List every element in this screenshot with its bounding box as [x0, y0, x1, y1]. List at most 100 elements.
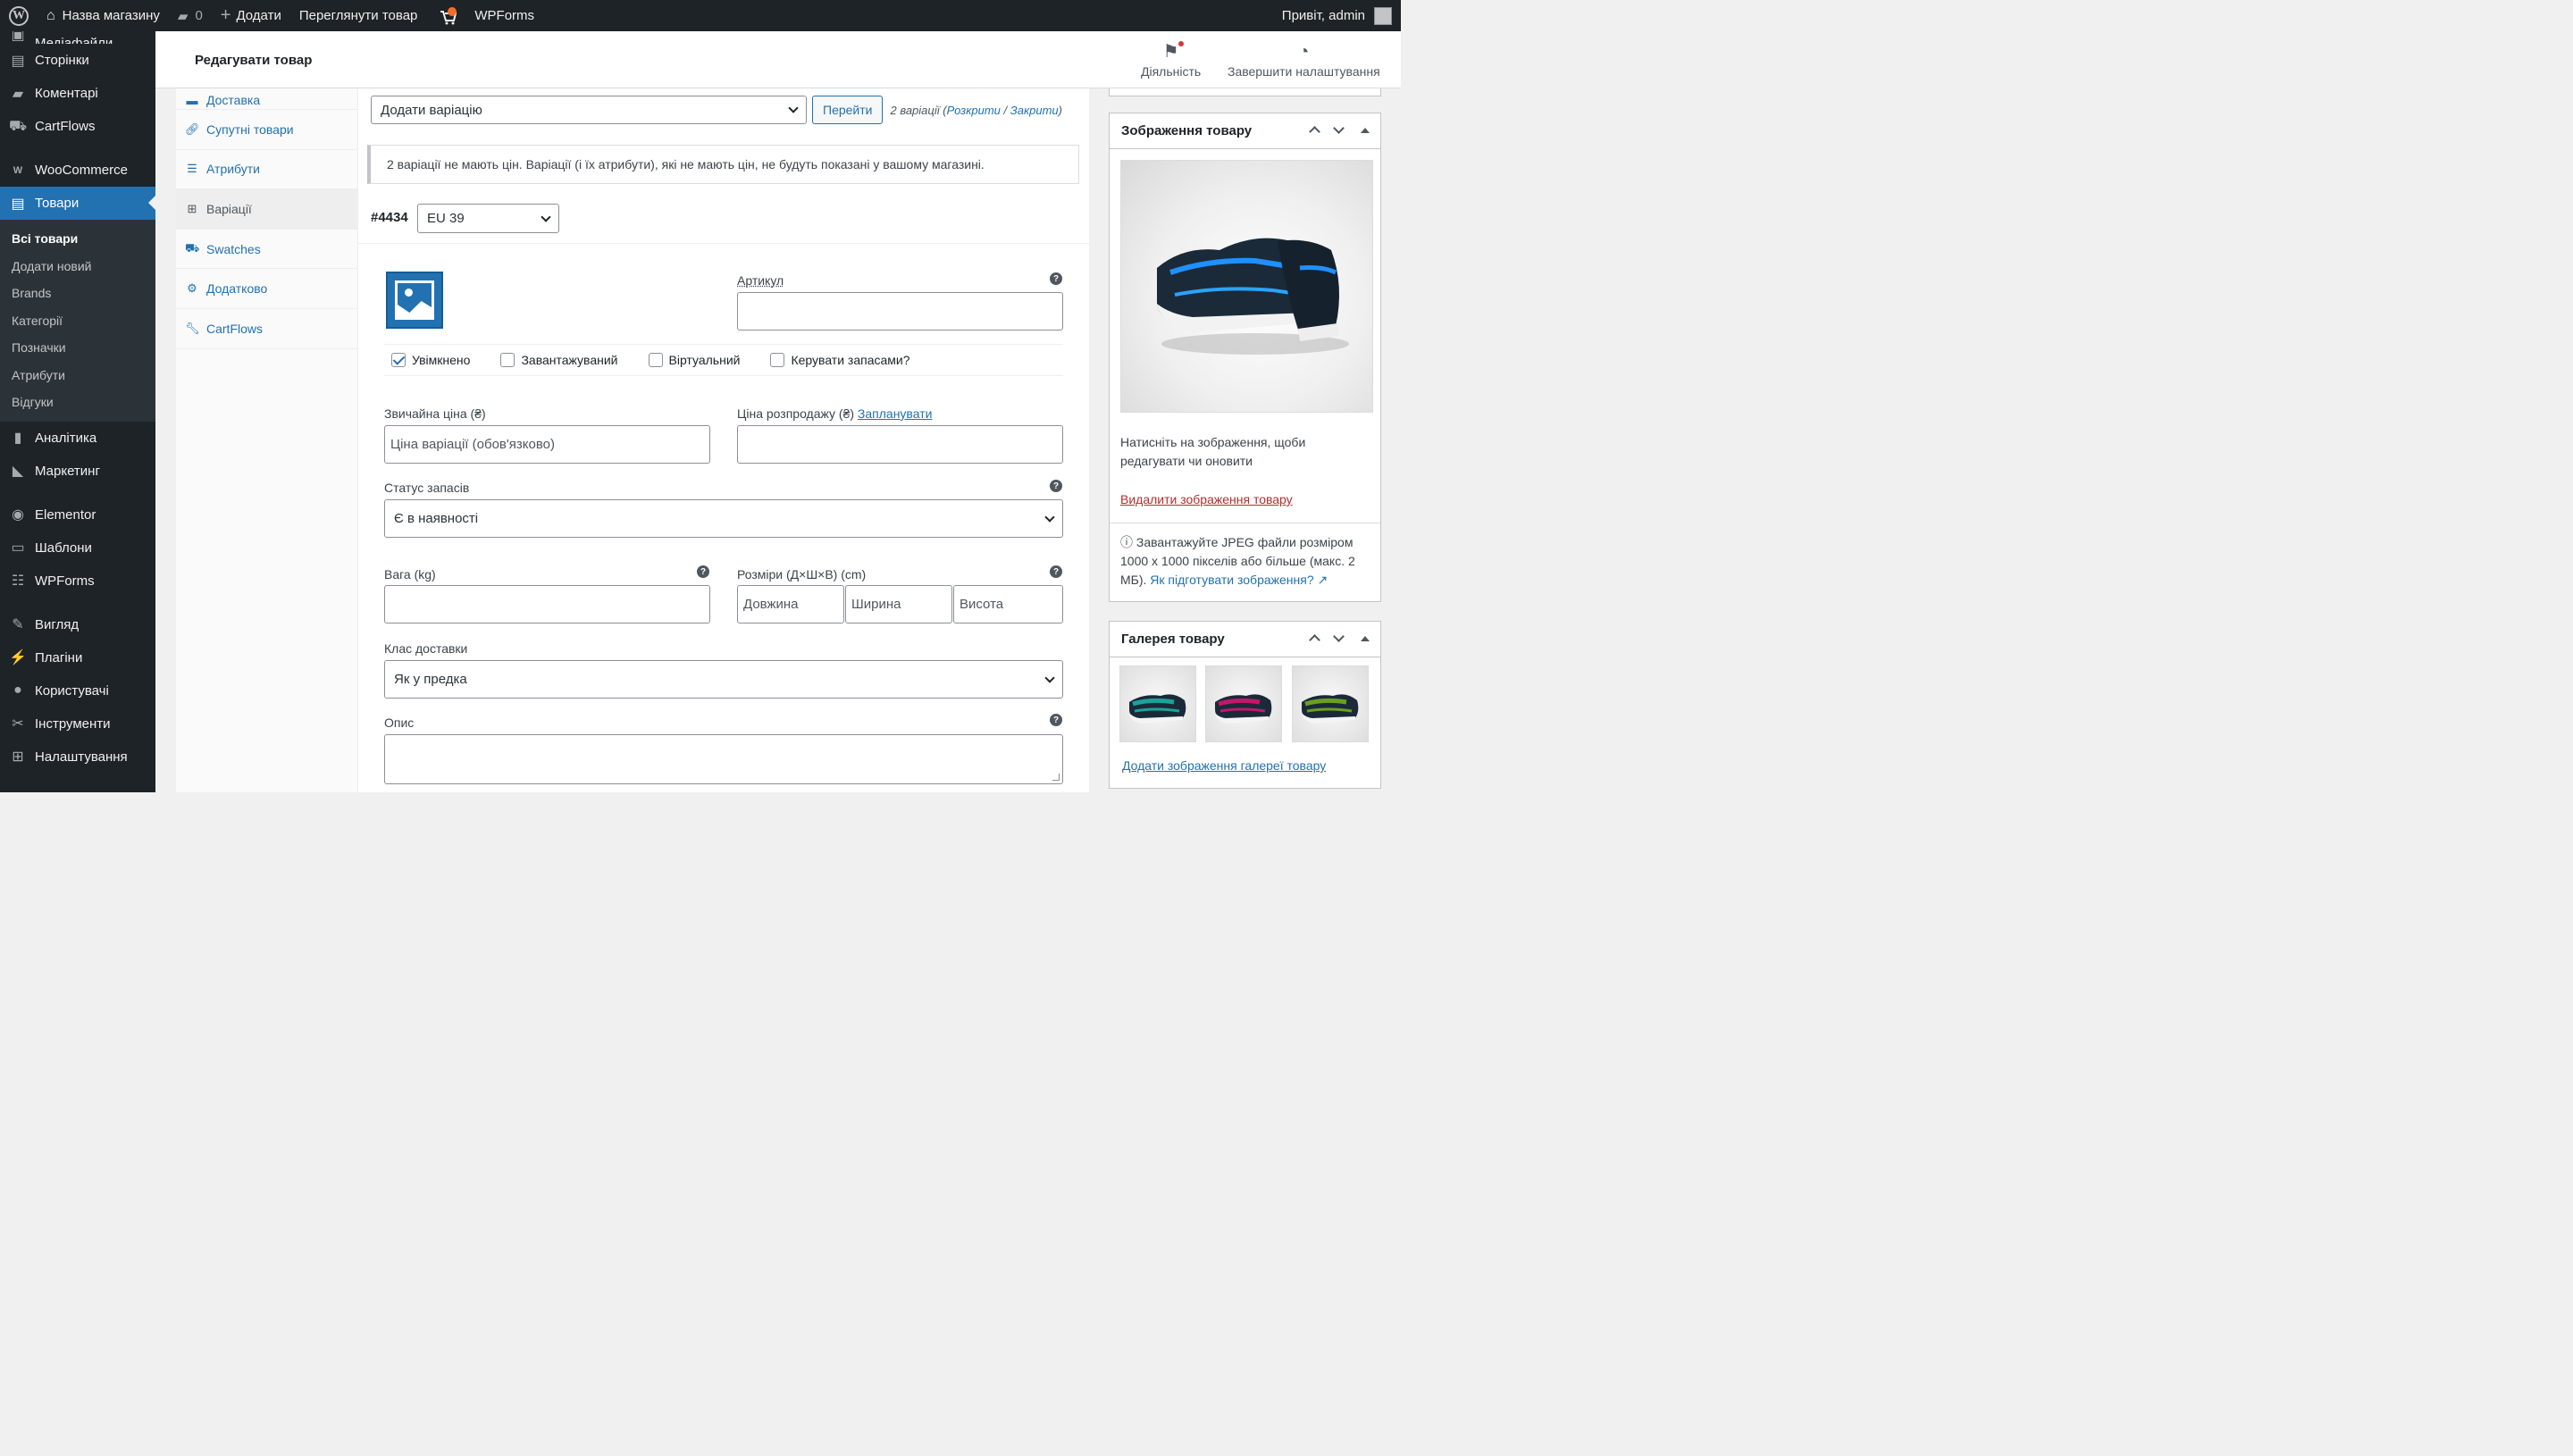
gallery-thumbnail[interactable]: [1292, 665, 1369, 742]
activity-button[interactable]: ⚑ Діяльність: [1141, 39, 1201, 79]
image-edit-hint: Натисніть на зображення, щоби редагувати…: [1120, 435, 1306, 468]
wpforms-link[interactable]: WPForms: [465, 0, 543, 31]
tab-cartflows[interactable]: 🔧︎ CartFlows: [176, 309, 357, 349]
gallery-thumbnail[interactable]: [1205, 665, 1282, 742]
gear-icon: ⚙: [187, 281, 197, 296]
help-icon[interactable]: ?: [1050, 565, 1062, 578]
collapse-toggle-icon[interactable]: [1361, 635, 1370, 641]
finish-setup-button[interactable]: ◔ Завершити налаштування: [1228, 39, 1380, 79]
downloadable-checkbox[interactable]: Завантажуваний: [500, 353, 618, 367]
sidebar-item-woocommerce[interactable]: W WooCommerce: [0, 154, 155, 187]
help-icon[interactable]: ?: [1050, 480, 1062, 492]
sidebar-item-users[interactable]: ● Користувачі: [0, 674, 155, 707]
product-gallery-box-header: Галерея товару: [1110, 622, 1380, 657]
tab-linked-products[interactable]: 🔗︎ Супутні товари: [176, 110, 357, 150]
submenu-item[interactable]: Відгуки: [0, 389, 155, 416]
variations-count: 2 варіації (Розкрити / Закрити): [890, 103, 1062, 117]
tab-shipping[interactable]: ▬ Доставка: [176, 88, 357, 110]
wordpress-logo-icon[interactable]: W: [0, 0, 38, 31]
size-attribute-select[interactable]: EU 39: [417, 204, 559, 233]
view-product-link[interactable]: Переглянути товар: [290, 0, 427, 31]
move-down-icon[interactable]: [1333, 122, 1345, 134]
submenu-item[interactable]: Brands: [0, 280, 155, 307]
enabled-checkbox[interactable]: Увімкнено: [391, 353, 470, 367]
no-price-notice: 2 варіації не мають цін. Варіації (і їх …: [367, 145, 1079, 184]
sidebar-item-comments[interactable]: ▰ Коментарі: [0, 77, 155, 110]
help-icon[interactable]: ?: [697, 565, 709, 578]
sidebar-item-cartflows[interactable]: ⛟ CartFlows: [0, 110, 155, 143]
sidebar-item-forms[interactable]: ☷ WPForms: [0, 565, 155, 598]
virtual-checkbox[interactable]: Віртуальний: [648, 353, 740, 367]
collapse-toggle-icon[interactable]: [1361, 127, 1370, 133]
close-link[interactable]: Закрити: [1010, 104, 1059, 117]
submenu-item[interactable]: Всі товари: [0, 225, 155, 253]
weight-input[interactable]: [384, 585, 710, 623]
sidebar-item-wrench[interactable]: ✂ Інструменти: [0, 707, 155, 741]
remove-product-image-link[interactable]: Видалити зображення товару: [1120, 490, 1293, 509]
schedule-link[interactable]: Запланувати: [858, 406, 933, 421]
tab-attributes[interactable]: ☰ Атрибути: [176, 150, 357, 190]
tab-swatches[interactable]: ⛟ Swatches: [176, 230, 357, 270]
sku-input[interactable]: [737, 292, 1063, 331]
sidebar-item-brush[interactable]: ✎ Вигляд: [0, 608, 155, 641]
sidebar-item-media[interactable]: ▣ Медіафайли: [0, 31, 155, 44]
image-guide-link[interactable]: Як підготувати зображення? ↗: [1150, 573, 1328, 587]
submenu-item[interactable]: Додати новий: [0, 253, 155, 280]
tab-advanced[interactable]: ⚙ Додатково: [176, 269, 357, 309]
tab-variations[interactable]: ⊞ Варіації: [176, 189, 357, 230]
variation-action-select[interactable]: Додати варіацію: [371, 96, 807, 124]
sidebar-item-megaphone[interactable]: ◣ Маркетинг: [0, 455, 155, 488]
product-image[interactable]: [1120, 160, 1373, 413]
resize-handle-icon[interactable]: [1052, 774, 1060, 781]
manage-stock-checkbox[interactable]: Керувати запасами?: [770, 353, 910, 367]
product-data-tabs: ▬ Доставка 🔗︎ Супутні товари ☰ Атрибути …: [176, 88, 358, 792]
sidebar-item-elementor[interactable]: ◉ Elementor: [0, 498, 155, 531]
chevron-down-icon: [1044, 672, 1055, 683]
site-name-link[interactable]: ⌂ Назва магазину: [38, 0, 169, 31]
sidebar-item-settings[interactable]: ⊞ Налаштування: [0, 741, 155, 774]
variation-image-upload[interactable]: [386, 272, 443, 329]
expand-link[interactable]: Розкрити: [947, 104, 1001, 117]
comments-link[interactable]: ▰ 0: [169, 0, 212, 31]
move-up-icon[interactable]: [1309, 126, 1320, 138]
sidebar-item-pages[interactable]: ▤ Сторінки: [0, 44, 155, 77]
new-content-link[interactable]: + Додати: [212, 0, 290, 31]
sidebar-item-analytics[interactable]: ▮ Аналітика: [0, 422, 155, 455]
help-icon[interactable]: ?: [1050, 272, 1062, 285]
megaphone-icon: ◣: [12, 464, 24, 479]
height-input[interactable]: Висота: [953, 585, 1063, 623]
image-placeholder-icon: [395, 280, 434, 320]
help-icon[interactable]: ?: [1050, 714, 1062, 726]
move-down-icon[interactable]: [1333, 631, 1345, 642]
stock-status-select[interactable]: Є в наявності: [384, 499, 1063, 538]
sneaker-image: [1157, 238, 1349, 355]
submenu-item[interactable]: Позначки: [0, 334, 155, 362]
sidebar-item-plugin[interactable]: ⚡ Плагіни: [0, 641, 155, 674]
weight-label: Вага (kg): [384, 567, 436, 582]
submenu-item[interactable]: Категорії: [0, 307, 155, 335]
regular-price-label: Звичайна ціна (₴): [384, 406, 486, 421]
add-gallery-images-link[interactable]: Додати зображення галереї товару: [1122, 757, 1326, 775]
comments-icon: ▰: [12, 86, 24, 102]
move-up-icon[interactable]: [1309, 634, 1320, 646]
shipping-class-label: Клас доставки: [384, 641, 468, 656]
flag-icon: ⚑: [1163, 39, 1184, 64]
analytics-icon: ▮: [13, 431, 22, 446]
sidebar-item-folder[interactable]: ▭ Шаблони: [0, 531, 155, 565]
woo-cart-icon[interactable]: [426, 0, 465, 31]
shipping-class-select[interactable]: Як у предка: [384, 660, 1063, 699]
sku-label: Артикул: [737, 273, 784, 288]
pages-icon: ▤: [11, 53, 25, 69]
submenu-item[interactable]: Атрибути: [0, 362, 155, 389]
regular-price-input[interactable]: Ціна варіації (обов'язково): [384, 425, 710, 464]
sidebar-item-products[interactable]: ▤ Товари: [0, 187, 155, 220]
sale-price-input[interactable]: [737, 425, 1063, 464]
description-textarea[interactable]: [384, 734, 1063, 784]
gallery-thumbnail[interactable]: [1119, 665, 1196, 742]
my-account-link[interactable]: Привіт, admin: [1273, 0, 1401, 31]
info-icon: ⓘ: [1120, 535, 1136, 549]
variation-header[interactable]: #4434 EU 39: [358, 199, 1089, 244]
go-button[interactable]: Перейти: [812, 96, 884, 124]
width-input[interactable]: Ширина: [845, 585, 952, 623]
length-input[interactable]: Довжина: [737, 585, 844, 623]
